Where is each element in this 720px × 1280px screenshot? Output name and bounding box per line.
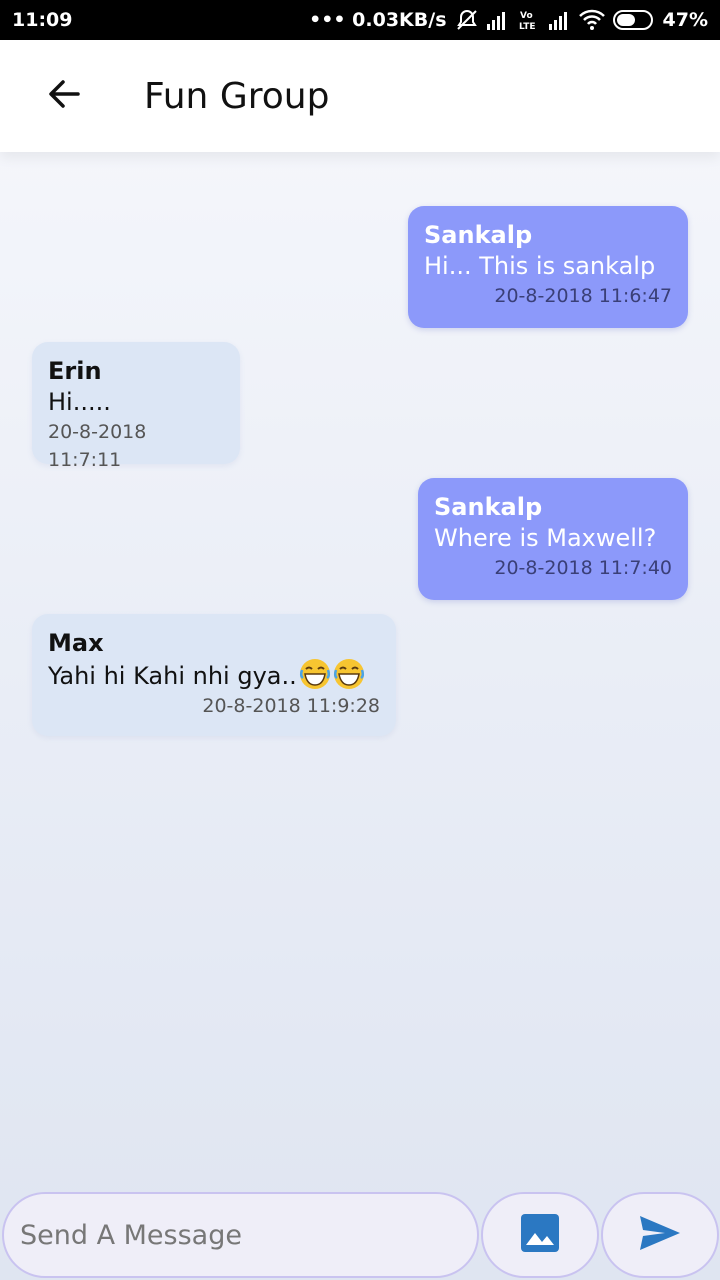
svg-text:LTE: LTE	[519, 22, 536, 32]
status-indicators: ••• 0.03KB/s Vo LTE 47%	[309, 8, 708, 32]
message-text-row: Yahi hi Kahi nhi gya..	[48, 658, 380, 692]
status-bar: 11:09 ••• 0.03KB/s Vo LTE 47%	[0, 0, 720, 40]
battery-percent: 47%	[662, 9, 708, 31]
signal-icon	[548, 10, 571, 30]
message-composer	[0, 1192, 720, 1280]
volte-icon: Vo LTE	[517, 8, 541, 32]
message-time: 20-8-2018 11:6:47	[494, 285, 672, 307]
message-text: Where is Maxwell?	[434, 524, 657, 552]
message-sender: Erin	[48, 357, 102, 385]
message-time: 20-8-2018 11:7:11	[48, 421, 147, 471]
app-bar: Fun Group	[0, 40, 720, 152]
message-bubble-received: Erin Hi..... 20-8-2018 11:7:11	[32, 342, 240, 471]
arrow-left-icon	[46, 76, 82, 117]
message-sender: Max	[48, 629, 104, 657]
back-button[interactable]	[32, 64, 96, 128]
message-bubble-received: Max Yahi hi Kahi nhi gya.. 20-8-2018 11:…	[32, 614, 396, 736]
laughing-emoji	[299, 658, 331, 690]
message-bubble-sent: Sankalp Hi... This is sankalp 20-8-2018 …	[408, 206, 688, 328]
status-time: 11:09	[12, 9, 73, 31]
message-time: 20-8-2018 11:7:40	[494, 557, 672, 579]
send-button[interactable]	[601, 1192, 719, 1278]
message-sender: Sankalp	[434, 493, 543, 521]
send-icon	[638, 1214, 682, 1257]
message-input[interactable]	[2, 1192, 479, 1278]
image-icon	[520, 1213, 560, 1258]
attach-image-button[interactable]	[481, 1192, 599, 1278]
message-time: 20-8-2018 11:9:28	[202, 695, 380, 717]
bell-off-icon	[455, 8, 479, 32]
message-text: Yahi hi Kahi nhi gya..	[48, 662, 297, 690]
laughing-emoji	[333, 658, 365, 690]
network-speed: ••• 0.03KB/s	[309, 9, 447, 31]
page-title: Fun Group	[144, 75, 330, 117]
svg-text:Vo: Vo	[520, 11, 533, 21]
wifi-icon	[578, 9, 605, 31]
message-sender: Sankalp	[424, 221, 533, 249]
message-bubble-sent: Sankalp Where is Maxwell? 20-8-2018 11:7…	[418, 478, 688, 600]
message-text: Hi.....	[48, 388, 111, 416]
battery-icon	[612, 9, 655, 31]
signal-icon	[486, 10, 509, 30]
message-text: Hi... This is sankalp	[424, 252, 656, 280]
